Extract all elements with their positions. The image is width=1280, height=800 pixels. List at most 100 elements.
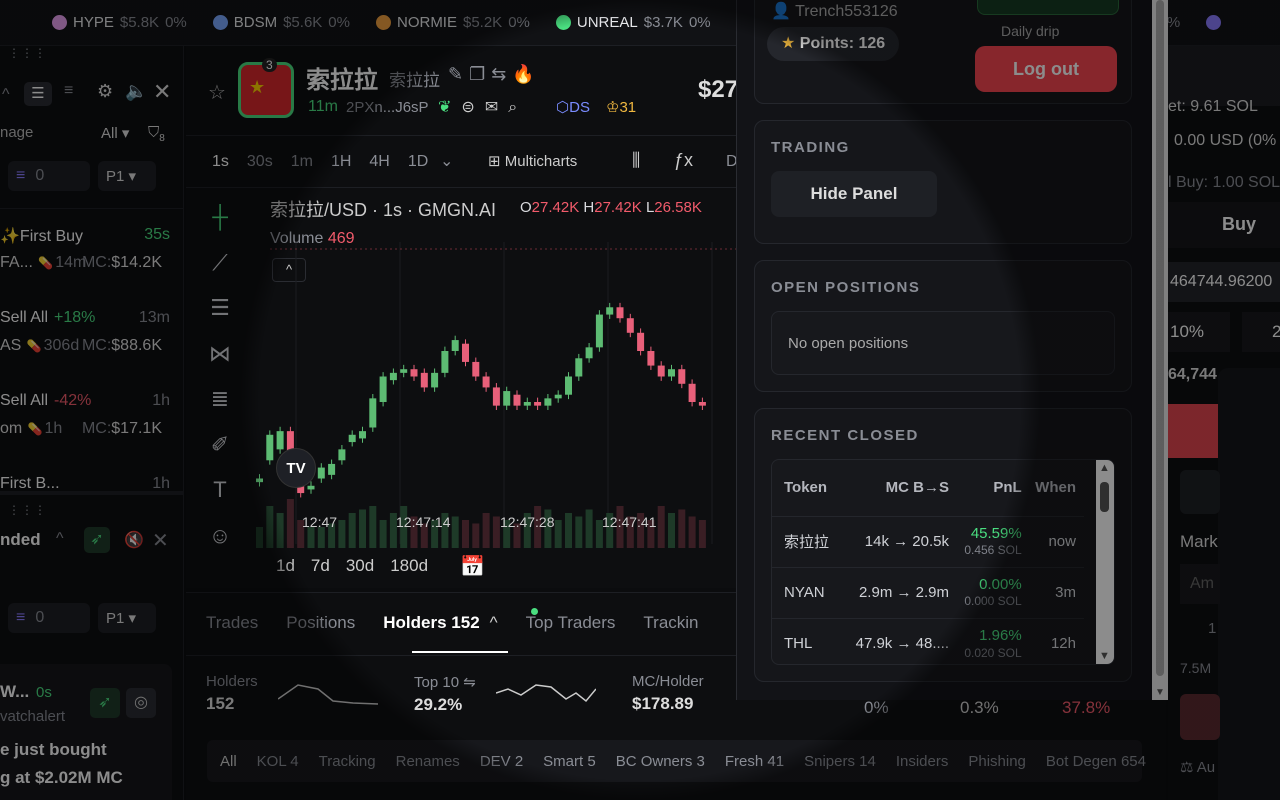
hide-panel-button[interactable]: Hide Panel (771, 171, 937, 217)
candle[interactable] (266, 434, 274, 461)
ticker-item[interactable] (1206, 15, 1222, 30)
sound-icon[interactable]: 🔈 (125, 81, 147, 102)
logout-button[interactable]: Log out (975, 46, 1117, 92)
manage-link[interactable]: nage (0, 124, 33, 141)
candle[interactable] (431, 372, 439, 388)
candle[interactable] (595, 314, 603, 348)
chevron-up-icon[interactable]: ^ (490, 613, 498, 633)
multicharts-button[interactable]: ⊞ Multicharts (488, 152, 577, 170)
candle[interactable] (451, 340, 459, 351)
ticker-item[interactable]: HYPE $5.8K 0% (52, 14, 187, 31)
close-icon[interactable]: ✕ (153, 79, 171, 105)
rocket-icon[interactable]: ➶ (90, 688, 120, 718)
table-row[interactable]: 索拉拉 14k → 20.5k 45.59% 0.456 SOL now (772, 515, 1084, 567)
candle[interactable] (389, 372, 397, 381)
tab-2[interactable]: Holders 152 (383, 613, 479, 633)
timeframe-4H[interactable]: 4H (369, 153, 389, 171)
page-scrollbar[interactable]: ▼ (1152, 0, 1168, 700)
candle[interactable] (400, 369, 408, 373)
range-7d[interactable]: 7d (311, 556, 330, 576)
submit-button[interactable] (1168, 404, 1218, 458)
emoji-icon[interactable]: ☺ (200, 513, 240, 559)
mute-icon[interactable]: 🔇 (124, 530, 144, 550)
chevron-down-icon[interactable]: ⌄ (440, 151, 453, 171)
quick-buy-amount-input[interactable]: ≡ 0 (8, 161, 90, 191)
candle[interactable] (307, 485, 315, 490)
candle[interactable] (379, 376, 387, 403)
feed-item[interactable]: ✨First Buy 35s FA... 💊 14m MC:$14.2K (0, 226, 180, 309)
candle[interactable] (276, 431, 284, 450)
candle[interactable] (647, 351, 655, 366)
collapse-icon[interactable]: ^ (2, 86, 10, 104)
buy-tab[interactable]: Buy (1222, 214, 1256, 235)
recent-closed-list[interactable]: Token MC B→S PnL When 索拉拉 14k → 20.5k 45.59% 0.… (771, 459, 1115, 665)
candle[interactable] (688, 383, 696, 402)
edit-icon[interactable]: ✎ (448, 64, 469, 84)
close-icon[interactable]: ✕ (152, 528, 169, 553)
fib-icon[interactable]: ≣ (200, 376, 240, 422)
settings-gear-icon[interactable]: ⚙ (97, 81, 113, 102)
table-row[interactable]: NYAN 2.9m → 2.9m 0.00% 0.000 SOL 3m (772, 566, 1084, 618)
candle[interactable] (328, 463, 336, 475)
tradingview-logo-icon[interactable]: TV (276, 448, 316, 488)
tab-4[interactable]: Trackin (643, 613, 698, 633)
timeframe-1m[interactable]: 1m (291, 153, 313, 171)
candle[interactable] (606, 307, 614, 315)
candle[interactable] (554, 394, 562, 399)
candle[interactable] (668, 369, 675, 377)
candle[interactable] (523, 402, 531, 406)
candle[interactable] (256, 478, 263, 483)
amount-input[interactable]: 464744.96200 (1168, 262, 1280, 302)
candle[interactable] (626, 318, 634, 333)
filter-icon[interactable]: ⛉8 (148, 124, 165, 144)
range-1d[interactable]: 1d (276, 556, 295, 576)
search-icon[interactable]: ⌕ (508, 99, 527, 116)
all-filter-dropdown[interactable]: All ▾ (101, 124, 129, 142)
filter-chip[interactable]: Phishing (968, 753, 1026, 770)
brush-icon[interactable]: ✐ (200, 422, 240, 468)
candle[interactable] (503, 391, 511, 406)
candle[interactable] (317, 467, 325, 479)
crosshair-icon[interactable]: ┼ (200, 194, 240, 240)
ticker-item[interactable]: UNREAL $3.7K 0% (555, 14, 711, 31)
daily-drip-button[interactable] (977, 0, 1119, 15)
price-chart[interactable] (256, 242, 736, 554)
candle[interactable] (637, 332, 645, 351)
amount-field[interactable]: Am (1180, 564, 1220, 604)
timeframe-1H[interactable]: 1H (331, 153, 351, 171)
pattern-icon[interactable]: ⋈ (200, 331, 240, 377)
range-30d[interactable]: 30d (346, 556, 374, 576)
market-tab[interactable]: Mark (1180, 532, 1218, 552)
candle[interactable] (359, 431, 366, 439)
fire-icon[interactable]: 🔥 (512, 64, 540, 84)
candle[interactable] (544, 398, 552, 406)
alert-card[interactable]: W... 0s vatchalert ➶ ◎ e just bought g a… (0, 664, 172, 800)
list-icon[interactable]: ⊜ (461, 99, 484, 116)
trendline-icon[interactable]: ⟋ (200, 240, 240, 286)
horizontal-lines-icon[interactable]: ☰ (200, 285, 240, 331)
feed-item[interactable]: Sell All +18% 13m AS 💊 306d MC:$88.6K (0, 309, 180, 392)
filter-chip[interactable]: Insiders (896, 753, 949, 770)
drag-handle-icon[interactable]: ⋮⋮⋮ (8, 46, 47, 60)
copy-icon[interactable]: ❐ (469, 64, 491, 84)
candle[interactable] (657, 365, 665, 377)
candle[interactable] (338, 449, 346, 461)
drag-handle-icon[interactable]: ⋮⋮⋮ (8, 503, 47, 517)
layout-card-icon[interactable]: ☰ (24, 82, 52, 106)
candle[interactable] (420, 372, 428, 388)
table-row[interactable]: THL 47.9k → 48.... 1.96% 0.020 SOL 12h (772, 617, 1084, 664)
collapse-icon[interactable]: ^ (56, 530, 64, 548)
timeframe-1s[interactable]: 1s (212, 153, 229, 171)
candle[interactable] (441, 351, 449, 373)
tab-3[interactable]: Top Traders (526, 613, 616, 633)
timeframe-30s[interactable]: 30s (247, 153, 273, 171)
leaf-icon[interactable]: ❦ (438, 99, 461, 116)
token-address[interactable]: 2PXn...J6sP (346, 99, 429, 116)
scrollbar[interactable]: ▲ ▼ (1096, 460, 1114, 664)
candle[interactable] (369, 398, 377, 428)
candle[interactable] (348, 434, 356, 443)
ticker-item[interactable]: NORMIE $5.2K 0% (375, 14, 530, 31)
candle[interactable] (462, 343, 469, 362)
indicators-icon[interactable]: ƒx (674, 150, 693, 171)
percent-button[interactable]: 2 (1242, 312, 1280, 352)
